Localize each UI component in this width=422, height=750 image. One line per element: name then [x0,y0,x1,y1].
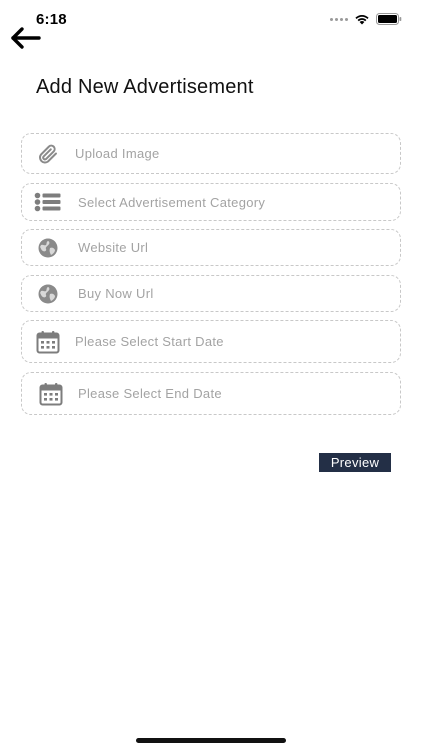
start-date-field[interactable]: Please Select Start Date [21,320,401,363]
wifi-icon [354,13,370,25]
advertisement-category-field[interactable]: Select Advertisement Category [21,183,401,221]
back-arrow-icon [11,27,41,49]
upload-image-label: Upload Image [75,146,160,161]
start-date-label: Please Select Start Date [75,334,224,349]
calendar-icon [37,380,65,408]
end-date-label: Please Select End Date [78,386,222,401]
cellular-signal-icon [330,17,348,21]
calendar-icon [34,328,62,356]
list-icon [34,188,62,216]
website-url-label: Website Url [78,240,149,255]
battery-icon [376,13,402,25]
buy-now-url-field[interactable]: Buy Now Url [21,275,401,312]
paperclip-icon [34,140,62,168]
home-indicator [136,738,286,743]
page-title: Add New Advertisement [36,76,254,98]
preview-button[interactable]: Preview [319,453,391,472]
status-bar: 6:18 [0,0,422,34]
end-date-field[interactable]: Please Select End Date [21,372,401,415]
buy-now-url-label: Buy Now Url [78,286,154,301]
website-url-field[interactable]: Website Url [21,229,401,266]
advertisement-category-label: Select Advertisement Category [78,194,266,210]
back-button[interactable] [10,26,42,50]
globe-icon [34,280,62,308]
status-icons [330,13,402,25]
upload-image-field[interactable]: Upload Image [21,133,401,174]
globe-icon [34,234,62,262]
